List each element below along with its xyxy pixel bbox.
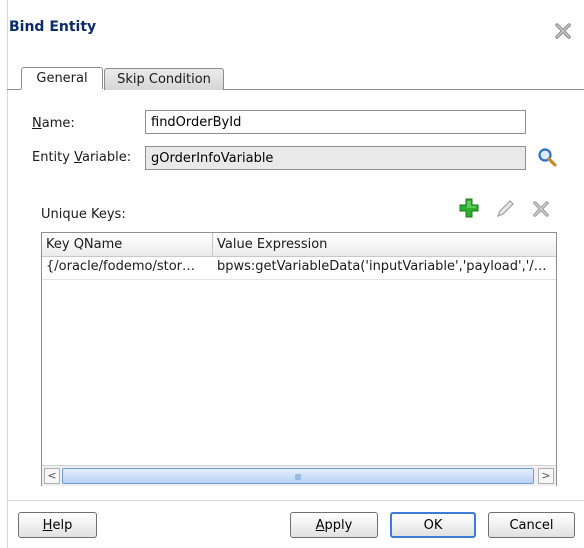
table-row[interactable]: {/oracle/fodemo/stor… bpws:getVariableDa… bbox=[42, 256, 556, 280]
apply-button[interactable]: Apply bbox=[290, 512, 378, 538]
tab-strip-line bbox=[7, 89, 21, 90]
name-label: Name: bbox=[32, 116, 75, 131]
tab-skip-condition-label: Skip Condition bbox=[117, 72, 211, 87]
column-header-value-expression[interactable]: Value Expression bbox=[213, 233, 556, 256]
close-icon[interactable] bbox=[552, 20, 574, 42]
entity-variable-field[interactable] bbox=[145, 146, 526, 170]
cancel-button[interactable]: Cancel bbox=[488, 512, 575, 538]
tab-strip-line bbox=[224, 89, 584, 90]
name-field[interactable] bbox=[145, 110, 526, 134]
unique-keys-table: Key QName Value Expression {/oracle/fode… bbox=[41, 232, 557, 486]
horizontal-scrollbar[interactable]: < > bbox=[42, 465, 556, 486]
dialog-title: Bind Entity bbox=[9, 19, 97, 35]
entity-variable-label: Entity Variable: bbox=[32, 150, 132, 165]
dialog-left-border bbox=[7, 0, 8, 548]
table-header: Key QName Value Expression bbox=[42, 233, 556, 257]
scrollbar-thumb[interactable] bbox=[62, 468, 534, 484]
scroll-left-icon[interactable]: < bbox=[44, 468, 60, 484]
scrollbar-grip-icon bbox=[295, 474, 301, 480]
add-icon[interactable] bbox=[458, 197, 480, 219]
tab-general[interactable]: General bbox=[21, 67, 103, 89]
delete-icon[interactable] bbox=[530, 198, 552, 220]
value-expression-cell: bpws:getVariableData('inputVariable','pa… bbox=[217, 259, 547, 274]
search-icon[interactable] bbox=[536, 146, 558, 168]
edit-icon[interactable] bbox=[494, 198, 516, 220]
key-qname-cell: {/oracle/fodemo/stor… bbox=[46, 259, 195, 274]
bind-entity-dialog: Bind Entity General Skip Condition Name:… bbox=[0, 0, 584, 548]
help-button[interactable]: Help bbox=[18, 512, 97, 538]
scroll-right-icon[interactable]: > bbox=[538, 468, 554, 484]
tab-general-label: General bbox=[36, 71, 88, 86]
unique-keys-label: Unique Keys: bbox=[41, 207, 126, 222]
footer-divider bbox=[7, 500, 584, 501]
column-header-key-qname[interactable]: Key QName bbox=[42, 233, 213, 256]
tab-skip-condition[interactable]: Skip Condition bbox=[104, 68, 224, 90]
ok-button[interactable]: OK bbox=[390, 512, 476, 538]
